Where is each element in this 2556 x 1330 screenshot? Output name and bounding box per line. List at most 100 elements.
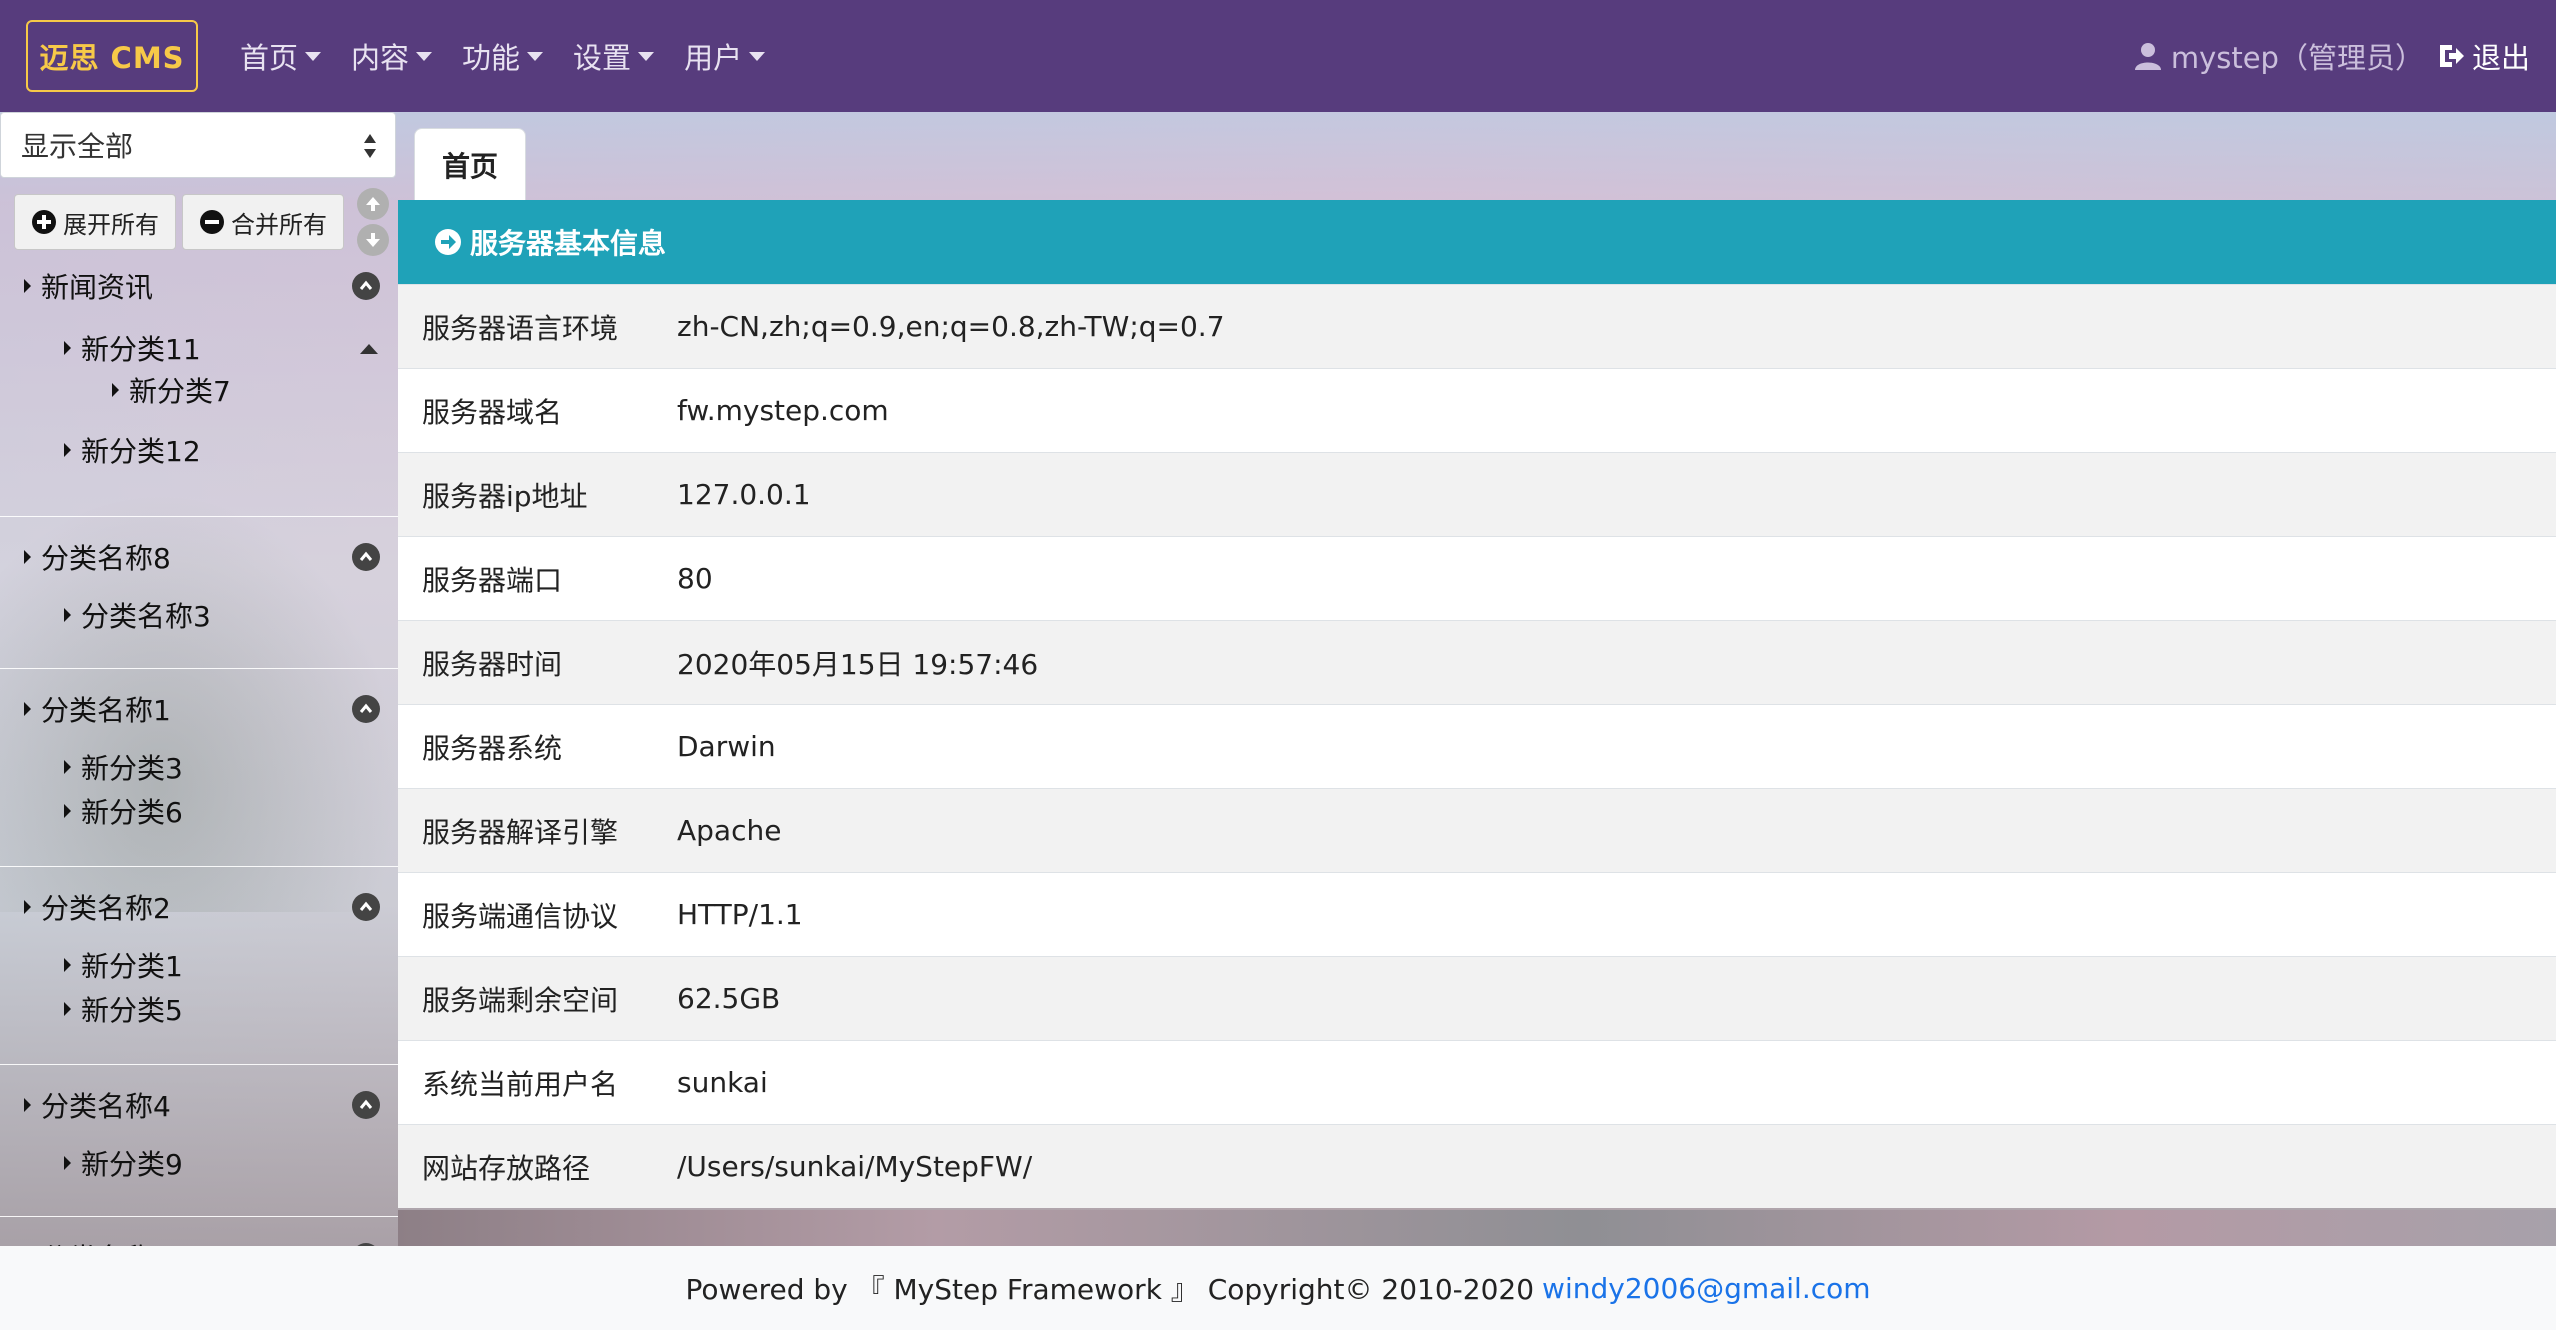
tree-group: 分类名称4 新分类9 (0, 1077, 398, 1217)
tree-group: 分类名称2 新分类1 新分类5 (0, 879, 398, 1065)
table-row: 服务器解译引擎 Apache (398, 788, 2556, 872)
plus-circle-icon (32, 210, 56, 234)
tree-item-label: 新分类6 (81, 796, 183, 829)
tree-group-label: 分类名称8 (41, 542, 171, 575)
chevron-up-circle-icon[interactable] (352, 695, 380, 723)
brand-logo-button[interactable]: 迈思 CMS (26, 20, 198, 92)
row-value: zh-CN,zh;q=0.9,en;q=0.8,zh-TW;q=0.7 (677, 310, 1225, 343)
nav-user-dropdown[interactable]: 用户 (684, 35, 766, 77)
filter-select[interactable]: 显示全部 (0, 112, 396, 178)
tree-item[interactable]: 新分类1 (0, 943, 398, 987)
main-nav: 首页 内容 功能 设置 用户 (240, 35, 795, 77)
category-tree: 新闻资讯 新分类11 新分类7 新分类12 分类名称8 分类名称3 分类名称1 … (0, 264, 398, 1246)
row-label: 网站存放路径 (422, 1151, 591, 1185)
caret-right-icon (24, 279, 31, 293)
table-row: 服务器系统 Darwin (398, 704, 2556, 788)
tree-item-label: 分类名称3 (81, 600, 211, 633)
info-table: 服务器语言环境 zh-CN,zh;q=0.9,en;q=0.8,zh-TW;q=… (398, 284, 2556, 1208)
nav-home-dropdown[interactable]: 首页 (240, 35, 322, 77)
tree-group-label: 分类名称1 (41, 694, 171, 727)
tree-item-label: 新分类3 (81, 752, 183, 785)
tree-group: 新闻资讯 新分类11 新分类7 新分类12 (0, 264, 398, 517)
nav-settings-dropdown[interactable]: 设置 (573, 35, 655, 77)
row-value: /Users/sunkai/MyStepFW/ (677, 1150, 1033, 1183)
tree-item[interactable]: 新分类11 (0, 326, 398, 370)
tree-group-title[interactable]: 分类名称8 (0, 529, 398, 585)
scroll-down-button[interactable] (357, 224, 389, 256)
tree-group: 分类名称5 (0, 1229, 398, 1246)
row-value: 80 (677, 562, 713, 595)
filter-select-value: 显示全部 (21, 130, 134, 163)
panel-header: 服务器基本信息 (398, 200, 2556, 284)
minus-circle-icon (200, 210, 224, 234)
tree-group-title[interactable]: 分类名称2 (0, 879, 398, 935)
caret-right-icon (64, 1002, 71, 1016)
tree-item[interactable]: 新分类5 (0, 987, 398, 1031)
tree-item[interactable]: 新分类3 (0, 745, 398, 789)
chevron-down-icon (527, 51, 544, 61)
tree-item[interactable]: 新分类7 (0, 370, 398, 410)
tree-group: 分类名称8 分类名称3 (0, 529, 398, 669)
caret-right-icon (64, 958, 71, 972)
arrow-up-icon (366, 197, 380, 211)
nav-function-dropdown[interactable]: 功能 (462, 35, 544, 77)
tree-item-label: 新分类1 (81, 950, 183, 983)
collapse-all-label: 合并所有 (231, 210, 327, 239)
expand-all-button[interactable]: 展开所有 (14, 194, 176, 250)
tree-group-label: 新闻资讯 (41, 271, 154, 304)
user-name-link[interactable]: mystep（管理员） (2171, 35, 2424, 77)
top-navbar: 迈思 CMS 首页 内容 功能 设置 用户 mystep（管理员） 退出 (0, 0, 2556, 112)
caret-right-icon (64, 443, 71, 457)
logout-button[interactable]: 退出 (2436, 35, 2530, 77)
footer: Powered by 『 MyStep Framework 』 Copyrigh… (0, 1246, 2556, 1330)
footer-email-link[interactable]: windy2006@gmail.com (1542, 1272, 1871, 1305)
background-shore (398, 1210, 2556, 1246)
row-label: 服务端通信协议 (422, 899, 619, 933)
row-label: 服务器域名 (422, 395, 563, 429)
row-value: sunkai (677, 1066, 768, 1099)
row-label: 服务端剩余空间 (422, 983, 619, 1017)
chevron-up-circle-icon[interactable] (352, 543, 380, 571)
row-value: 127.0.0.1 (677, 478, 811, 511)
table-row: 服务器ip地址 127.0.0.1 (398, 452, 2556, 536)
caret-right-icon (24, 550, 31, 564)
tab-home[interactable]: 首页 (414, 128, 526, 200)
scroll-up-button[interactable] (357, 188, 389, 220)
footer-text: Powered by 『 MyStep Framework 』 Copyrigh… (685, 1273, 1535, 1306)
panel-title: 服务器基本信息 (470, 227, 667, 260)
tree-group-title[interactable]: 分类名称5 (0, 1229, 398, 1246)
tree-group-title[interactable]: 分类名称1 (0, 681, 398, 737)
caret-right-icon (64, 341, 71, 355)
tree-item-label: 新分类12 (81, 435, 201, 468)
row-label: 服务器端口 (422, 563, 563, 597)
collapse-all-button[interactable]: 合并所有 (182, 194, 344, 250)
chevron-up-circle-icon[interactable] (352, 1091, 380, 1119)
table-row: 服务端通信协议 HTTP/1.1 (398, 872, 2556, 956)
chevron-up-circle-icon[interactable] (352, 893, 380, 921)
arrow-right-circle-icon (435, 229, 461, 255)
chevron-up-circle-icon[interactable] (352, 272, 380, 300)
tree-group-title[interactable]: 分类名称4 (0, 1077, 398, 1133)
tree-item[interactable]: 新分类12 (0, 428, 398, 472)
table-row: 服务器语言环境 zh-CN,zh;q=0.9,en;q=0.8,zh-TW;q=… (398, 284, 2556, 368)
row-label: 服务器时间 (422, 647, 563, 681)
caret-up-icon[interactable] (360, 344, 378, 354)
table-row: 服务器时间 2020年05月15日 19:57:46 (398, 620, 2556, 704)
tree-item[interactable]: 新分类6 (0, 789, 398, 833)
caret-right-icon (64, 608, 71, 622)
caret-right-icon (64, 760, 71, 774)
server-info-panel: 服务器基本信息 服务器语言环境 zh-CN,zh;q=0.9,en;q=0.8,… (398, 200, 2556, 1208)
caret-right-icon (64, 804, 71, 818)
tree-group-title[interactable]: 新闻资讯 (0, 264, 398, 308)
tree-item[interactable]: 新分类9 (0, 1141, 398, 1185)
row-label: 服务器系统 (422, 731, 563, 765)
nav-settings-label: 设置 (573, 41, 632, 75)
row-value: 2020年05月15日 19:57:46 (677, 647, 1039, 681)
nav-content-dropdown[interactable]: 内容 (351, 35, 433, 77)
logout-label: 退出 (2471, 41, 2530, 75)
row-label: 服务器解译引擎 (422, 815, 619, 849)
tree-item[interactable]: 分类名称3 (0, 593, 398, 637)
tree-item-label: 新分类7 (129, 375, 231, 408)
row-value: Apache (677, 814, 782, 847)
row-label: 服务器语言环境 (422, 311, 619, 345)
